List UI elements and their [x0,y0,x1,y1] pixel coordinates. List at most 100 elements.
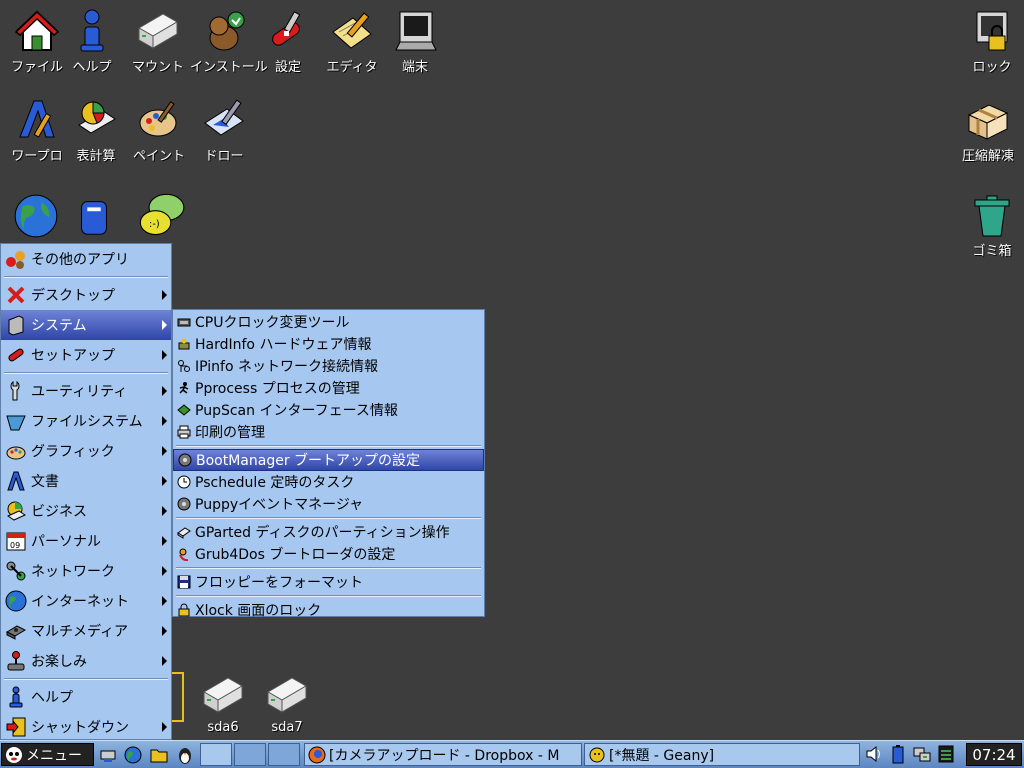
browser-launcher-icon[interactable] [123,745,143,765]
submenu-arrow-icon [162,722,167,732]
volume-icon[interactable] [864,744,884,764]
battery-icon[interactable] [888,744,908,764]
desktop-icon-settings[interactable]: 設定 [253,8,323,75]
submenu-item-eventmanager[interactable]: Puppyイベントマネージャ [173,493,484,515]
menu-item-label: お楽しみ [31,654,87,670]
clock[interactable]: 07:24 [966,743,1022,766]
globe-icon[interactable] [12,192,60,240]
menu-item-personal[interactable]: 09 パーソナル [1,526,171,556]
submenu-item-cpufreq[interactable]: CPUクロック変更ツール [173,311,484,333]
submenu-item-print[interactable]: 印刷の管理 [173,421,484,443]
memory-meter-icon[interactable] [936,744,956,764]
globe-icon [5,590,27,612]
tux-icon[interactable] [175,745,195,765]
start-menu-button[interactable]: メニュー [1,743,94,766]
submenu-item-label: Grub4Dos ブートローダの設定 [195,547,396,563]
desktop-icon-label: 圧縮解凍 [961,149,1014,164]
submenu-item-floppy[interactable]: フロッピーをフォーマット [173,571,484,593]
submenu-item-xlock[interactable]: Xlock 画面のロック [173,599,484,621]
svg-text:09: 09 [10,541,20,550]
workspace-3[interactable] [268,743,300,766]
menu-item-document[interactable]: 文書 [1,466,171,496]
edit-icon [332,12,372,49]
printer-icon [177,425,191,439]
menu-item-label: ネットワーク [31,564,115,580]
menu-item-label: ビジネス [31,504,87,520]
submenu-arrow-icon [162,596,167,606]
help-icon [9,686,23,708]
desktop-icon-sda6[interactable]: sda6 [188,672,258,735]
bootmanager-icon [178,453,192,467]
menu-item-business[interactable]: ビジネス [1,496,171,526]
desktop-icon-terminal[interactable]: 端末 [380,8,450,75]
submenu-arrow-icon [162,386,167,396]
folder-icon[interactable] [149,745,169,765]
desktop-icon-archive[interactable]: 圧縮解凍 [953,97,1023,164]
chat-icon[interactable]: :-) [134,190,188,240]
desktop-icon-trash[interactable]: ゴミ箱 [957,192,1024,259]
submenu-item-hardinfo[interactable]: HardInfo ハードウェア情報 [173,333,484,355]
menu-item-filesystem[interactable]: ファイルシステム [1,406,171,436]
info-icon [80,9,104,52]
menu-item-shutdown[interactable]: シャットダウン [1,712,171,742]
network-tray-icon[interactable] [912,744,932,764]
menu-item-network[interactable]: ネットワーク [1,556,171,586]
desktop-icon-install[interactable]: インストール [190,8,268,75]
submenu-arrow-icon [162,290,167,300]
menu-item-fun[interactable]: お楽しみ [1,646,171,676]
menu-item-internet[interactable]: インターネット [1,586,171,616]
business-icon [6,501,27,521]
desktop-icon-mount[interactable]: マウント [123,8,193,75]
desktop-icon-sda7[interactable]: sda7 [252,672,322,735]
task-button-firefox[interactable]: [カメラアップロード - Dropbox - M [304,743,582,766]
joystick-icon [7,651,25,671]
start-menu-label: メニュー [26,747,82,764]
submenu-item-pschedule[interactable]: Pschedule 定時のタスク [173,471,484,493]
menu-item-label: ヘルプ [31,690,73,706]
submenu-item-ipinfo[interactable]: IPinfo ネットワーク接続情報 [173,355,484,377]
system-icon [8,315,24,336]
menu-item-help[interactable]: ヘルプ [1,682,171,712]
menu-item-label: ユーティリティ [31,384,128,400]
submenu-separator [176,595,481,597]
lock-icon [178,603,190,617]
desktop-icon-label: インストール [190,60,268,75]
menu-item-desktop[interactable]: デスクトップ [1,280,171,310]
workspace-1[interactable] [200,743,232,766]
desktop-icon-draw[interactable]: ドロー [189,97,259,164]
desktop-icon-spreadsheet[interactable]: 表計算 [61,97,131,164]
menu-item-setup[interactable]: セットアップ [1,340,171,370]
network-status-icon[interactable] [98,745,118,765]
desktop-icon-paint[interactable]: ペイント [124,97,194,164]
menu-item-other-apps[interactable]: その他のアプリ [1,244,171,274]
swiss-knife-icon [272,11,301,46]
submenu-arrow-icon [162,350,167,360]
gparted-icon [177,527,191,539]
desktop-icon-label: エディタ [326,60,378,75]
wordprocessor-icon [19,100,55,138]
system-submenu: CPUクロック変更ツール HardInfo ハードウェア情報 IPinfo ネッ… [172,309,485,619]
menu-separator [4,276,168,278]
menu-item-utility[interactable]: ユーティリティ [1,376,171,406]
menu-item-label: パーソナル [31,534,101,550]
desktop-icon-editor[interactable]: エディタ [317,8,387,75]
submenu-item-bootmanager[interactable]: BootManager ブートアップの設定 [173,449,484,471]
menu-item-label: デスクトップ [31,288,115,304]
desktop-icon-lock[interactable]: ロック [957,8,1024,75]
submenu-item-pupscan[interactable]: PupScan インターフェース情報 [173,399,484,421]
submenu-item-pprocess[interactable]: Pprocess プロセスの管理 [173,377,484,399]
submenu-item-label: 印刷の管理 [195,425,265,441]
submenu-item-gparted[interactable]: GParted ディスクのパーティション操作 [173,521,484,543]
menu-item-system[interactable]: システム [1,310,171,340]
archive-icon [967,104,1009,140]
menu-item-multimedia[interactable]: マルチメディア [1,616,171,646]
workspace-2[interactable] [234,743,266,766]
menu-item-graphic[interactable]: グラフィック [1,436,171,466]
main-menu: その他のアプリ デスクトップ システム セットアップ ユーティリティ ファイルシ… [0,243,172,740]
desktop-icon-help[interactable]: ヘルプ [57,8,127,75]
submenu-item-grub4dos[interactable]: Grub4Dos ブートローダの設定 [173,543,484,565]
task-button-geany[interactable]: [*無題 - Geany] [584,743,860,766]
task-label: [*無題 - Geany] [609,747,715,764]
mailbox-icon[interactable] [72,192,116,240]
floppy-icon [177,575,191,589]
